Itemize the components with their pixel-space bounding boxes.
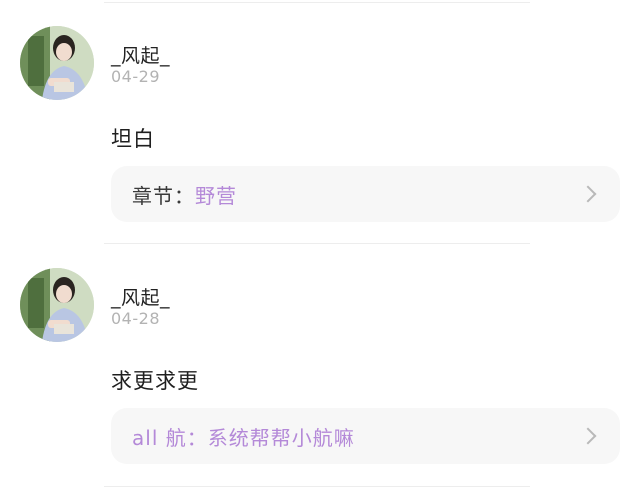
chapter-label: 章节： bbox=[132, 183, 195, 208]
chapter-label: all 航：系统帮帮小航嘛 bbox=[132, 425, 355, 450]
comment-divider bbox=[104, 243, 530, 244]
bottom-divider bbox=[104, 486, 530, 487]
chapter-link-card[interactable]: all 航：系统帮帮小航嘛 bbox=[111, 408, 620, 464]
chevron-right-icon bbox=[579, 185, 597, 203]
avatar-image bbox=[20, 26, 94, 100]
comment-text: 坦白 bbox=[111, 127, 155, 151]
chapter-name: 野营 bbox=[195, 183, 237, 208]
username[interactable]: _风起_ bbox=[111, 283, 170, 310]
avatar-image bbox=[20, 268, 94, 342]
comment-text: 求更求更 bbox=[111, 369, 199, 393]
avatar[interactable] bbox=[20, 26, 94, 100]
top-divider bbox=[104, 2, 530, 3]
chapter-link-text: all 航：系统帮帮小航嘛 bbox=[132, 422, 355, 451]
avatar[interactable] bbox=[20, 268, 94, 342]
comment-date: 04-28 bbox=[111, 309, 160, 328]
comment-date: 04-29 bbox=[111, 67, 160, 86]
chapter-link-text: 章节：野营 bbox=[132, 180, 237, 209]
chapter-link-card[interactable]: 章节：野营 bbox=[111, 166, 620, 222]
username[interactable]: _风起_ bbox=[111, 41, 170, 68]
chevron-right-icon bbox=[579, 427, 597, 445]
